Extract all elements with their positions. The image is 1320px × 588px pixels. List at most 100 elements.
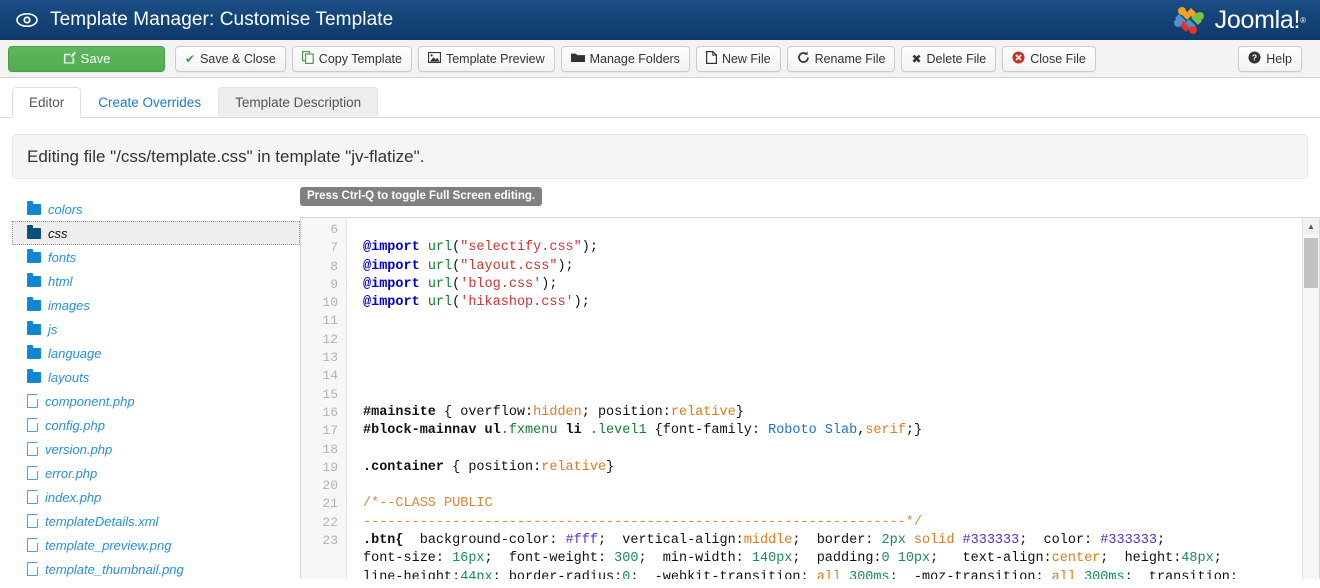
code-token: #fff (565, 533, 598, 549)
code-token: background-color: (403, 533, 566, 549)
code-token: .btn{ (363, 533, 404, 549)
tree-folder-layouts[interactable]: layouts (12, 365, 300, 389)
svg-text:?: ? (1252, 53, 1257, 63)
page-title: Template Manager: Customise Template (50, 9, 394, 30)
folder-icon (27, 200, 41, 215)
tree-item-label: js (48, 321, 58, 337)
code-token: li (565, 423, 582, 439)
tab-editor[interactable]: Editor (12, 87, 82, 118)
eye-icon (16, 9, 38, 31)
line-number (301, 569, 338, 579)
tab-template-description-label: Template Description (235, 95, 362, 110)
copy-icon (301, 51, 314, 66)
code-token: { overflow: (435, 404, 534, 420)
code-token: 'hikashop.css' (460, 295, 574, 311)
joomla-logo[interactable]: Joomla! ® (1171, 4, 1306, 36)
tab-template-description[interactable]: Template Description (218, 87, 379, 118)
code-token: /*--CLASS PUBLIC (363, 496, 493, 512)
close-file-button[interactable]: Close File (1002, 45, 1096, 72)
line-number: 11 (322, 313, 338, 329)
code-token: hidden (533, 404, 582, 420)
line-number: 10 (322, 295, 338, 311)
code-token: ; -moz-transition: (889, 569, 1052, 579)
code-token: 48px (1181, 551, 1214, 567)
line-number: 15 (322, 386, 338, 402)
line-number: 23 (322, 533, 338, 549)
manage-folders-button[interactable]: Manage Folders (560, 45, 690, 72)
code-line: .btn{ background-color: #fff; vertical-a… (363, 532, 1302, 550)
tree-item-label: images (48, 297, 90, 313)
tree-folder-fonts[interactable]: fonts (12, 245, 300, 269)
code-token: ; position: (581, 404, 671, 420)
tab-editor-label: Editor (29, 95, 65, 110)
tree-file-template-thumbnail-png[interactable]: template_thumbnail.png (12, 557, 300, 581)
save-button-label: Save (80, 51, 111, 66)
help-button[interactable]: ? Help (1238, 45, 1302, 72)
copy-template-button[interactable]: Copy Template (291, 45, 412, 72)
code-token: ;} (905, 423, 923, 439)
code-token: #block-mainnav (363, 423, 485, 439)
folder-icon (27, 320, 41, 335)
template-preview-label: Template Preview (445, 51, 545, 66)
tree-file-template-preview-png[interactable]: template_preview.png (12, 533, 300, 557)
template-preview-button[interactable]: Template Preview (417, 45, 555, 72)
code-token: 0 10px (881, 551, 931, 567)
toolbar: Save ✔ Save & Close Copy Template Templa… (0, 40, 1320, 78)
tree-folder-language[interactable]: language (12, 341, 300, 365)
code-token: 300ms (849, 569, 890, 579)
tree-file-templatedetails-xml[interactable]: templateDetails.xml (12, 509, 300, 533)
code-token: ; border: (792, 533, 882, 549)
picture-icon (427, 51, 442, 65)
code-token: .fxmenu (500, 423, 566, 439)
code-token: ); (573, 295, 590, 311)
tree-folder-css[interactable]: css (12, 221, 300, 245)
code-editor[interactable]: 6 7 8 9 10 11 12 13 14 15 16 17 18 19 20 21 22 23 @import… (300, 217, 1320, 579)
folder-icon (27, 344, 41, 359)
tree-item-label: template_thumbnail.png (45, 561, 184, 577)
save-and-close-button[interactable]: ✔ Save & Close (175, 45, 286, 72)
code-token: 300 (614, 551, 639, 567)
new-file-label: New File (721, 51, 771, 66)
file-icon (27, 418, 38, 432)
scrollbar-thumb[interactable] (1304, 238, 1318, 288)
tree-item-label: template_preview.png (45, 537, 172, 553)
tab-create-overrides-label: Create Overrides (98, 95, 202, 110)
code-content[interactable]: @import url("selectify.css"); @import url… (347, 218, 1302, 579)
code-token: 44px (460, 569, 493, 579)
registered-mark: ® (1300, 15, 1306, 25)
code-token: 'blog.css' (460, 276, 542, 292)
tree-file-version-php[interactable]: version.php (12, 437, 300, 461)
code-line: ----------------------------------------… (363, 514, 1302, 532)
joomla-wordmark: Joomla! (1214, 5, 1301, 34)
tree-folder-html[interactable]: html (12, 269, 300, 293)
code-token: url (427, 295, 453, 311)
file-icon (27, 466, 38, 480)
file-icon (27, 562, 38, 576)
file-icon (27, 490, 38, 504)
tree-item-label: layouts (48, 369, 90, 385)
tree-folder-js[interactable]: js (12, 317, 300, 341)
tree-file-error-php[interactable]: error.php (12, 461, 300, 485)
code-line: #block-mainnav ul.fxmenu li .level1 {fon… (363, 422, 1302, 440)
tree-file-component-php[interactable]: component.php (12, 389, 300, 413)
tree-folder-images[interactable]: images (12, 293, 300, 317)
line-number: 20 (322, 478, 338, 494)
code-token: 16px (452, 551, 485, 567)
scroll-up-arrow-icon[interactable]: ▲ (1303, 218, 1319, 235)
editor-vertical-scrollbar[interactable]: ▲ (1302, 218, 1319, 579)
delete-file-button[interactable]: ✖ Delete File (901, 45, 997, 72)
line-number: 17 (322, 423, 338, 439)
tree-folder-colors[interactable]: colors (12, 197, 300, 221)
new-file-button[interactable]: New File (695, 45, 781, 72)
tree-file-index-php[interactable]: index.php (12, 485, 300, 509)
manage-folders-label: Manage Folders (589, 51, 680, 66)
file-icon (27, 538, 38, 552)
file-tree: colors css fonts html images js language layout… (0, 193, 300, 577)
rename-file-button[interactable]: Rename File (786, 45, 896, 72)
save-button[interactable]: Save (8, 45, 165, 72)
tree-file-config-php[interactable]: config.php (12, 413, 300, 437)
tab-create-overrides[interactable]: Create Overrides (81, 87, 218, 118)
